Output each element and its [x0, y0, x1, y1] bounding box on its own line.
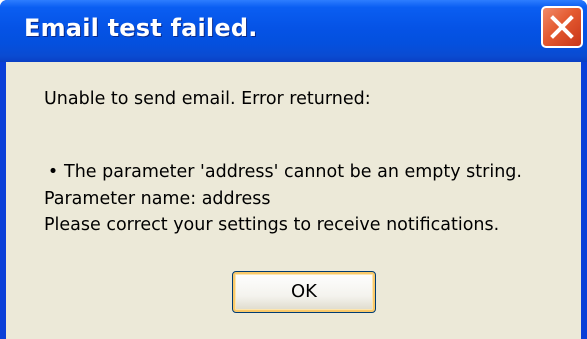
- bullet-icon: •: [47, 162, 59, 182]
- message-intro: Unable to send email. Error returned:: [44, 89, 371, 109]
- close-button[interactable]: [541, 6, 583, 48]
- close-icon: [550, 15, 574, 39]
- parameter-name-text: Parameter name: address: [44, 189, 271, 209]
- title-bar[interactable]: Email test failed.: [0, 0, 587, 62]
- ok-button[interactable]: OK: [232, 271, 376, 313]
- dialog-window: Email test failed. Unable to send email.…: [0, 0, 587, 339]
- dialog-title: Email test failed.: [24, 14, 258, 42]
- error-text: The parameter 'address' cannot be an emp…: [64, 162, 522, 182]
- error-bullet-line: • The parameter 'address' cannot be an em…: [42, 162, 522, 182]
- instruction-text: Please correct your settings to receive …: [44, 215, 500, 235]
